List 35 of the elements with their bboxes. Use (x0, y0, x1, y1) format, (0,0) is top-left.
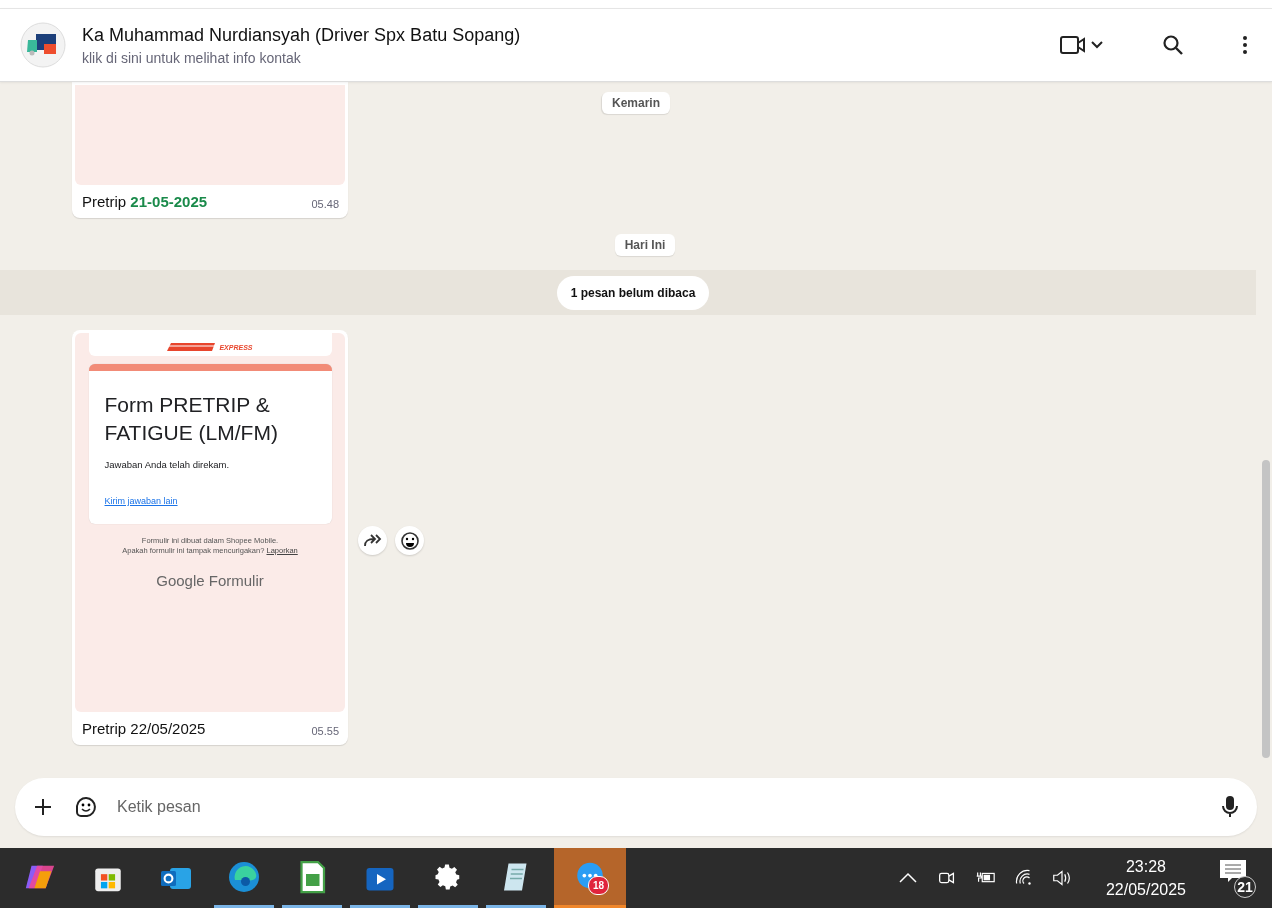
message-icon (1220, 860, 1246, 882)
forward-button[interactable] (358, 526, 387, 555)
chevron-up-icon (897, 872, 918, 884)
plus-icon (33, 797, 53, 817)
resubmit-link[interactable]: Kirim jawaban lain (104, 496, 178, 506)
contact-info-hint[interactable]: klik di sini untuk melihat info kontak (82, 49, 1040, 66)
date-label: Kemarin (602, 92, 670, 114)
message-field[interactable]: Ketik pesan (15, 778, 1257, 836)
form-title: Form PRETRIP & FATIGUE (LM/FM) (104, 392, 279, 446)
message-caption: Pretrip 22/05/2025 (82, 720, 206, 737)
message-time: 05.55 (311, 725, 339, 737)
forms-brand: Google Formulir (156, 572, 264, 589)
scrollbar-thumb[interactable] (1262, 460, 1270, 758)
smiley-icon (399, 530, 420, 551)
video-camera-icon (1060, 33, 1104, 57)
taskbar-app[interactable]: 18 (554, 848, 626, 908)
message-caption: Pretrip 21-05-2025 (82, 193, 208, 210)
logo-stripes-icon (167, 343, 218, 351)
unread-label: 1 pesan belum dibaca (556, 275, 710, 310)
unread-count-badge: 18 (588, 876, 610, 895)
message-time: 05.48 (311, 198, 339, 210)
message-input[interactable]: Ketik pesan (115, 797, 1205, 817)
contact-avatar[interactable] (20, 22, 66, 68)
sticker-icon (73, 794, 99, 820)
double-arrow-icon (362, 532, 383, 549)
clock[interactable]: 23:28 22/05/2025 (1087, 857, 1204, 899)
form-confirmation: Jawaban Anda telah direkam. (104, 459, 231, 470)
menu-icon (1242, 35, 1248, 55)
image-message[interactable]: Pretrip 21-05-2025 05.48 (72, 82, 348, 218)
contact-name[interactable]: Ka Muhammad Nurdiansyah (Driver Spx Batu Sopang) (82, 24, 1040, 46)
search-icon (1162, 34, 1184, 56)
microphone-icon (1221, 795, 1239, 819)
date-label: Hari Ini (614, 234, 676, 256)
emoji-button[interactable] (395, 526, 424, 555)
notification-button[interactable]: 21 (1218, 858, 1256, 898)
